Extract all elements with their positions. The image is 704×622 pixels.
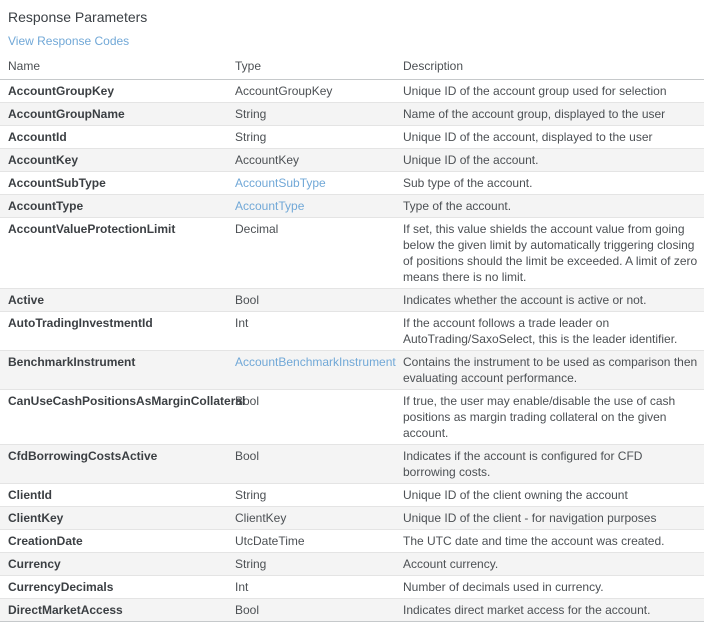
param-description: Contains the instrument to be used as co… — [403, 351, 704, 389]
param-type: AccountGroupKey — [235, 80, 403, 102]
param-type: String — [235, 484, 403, 506]
param-name: CanUseCashPositionsAsMarginCollateral — [0, 390, 235, 412]
table-row: ClientKey ClientKey Unique ID of the cli… — [0, 506, 704, 529]
param-description: Type of the account. — [403, 195, 704, 217]
param-description: Unique ID of the account group used for … — [403, 80, 704, 102]
param-name: ClientId — [0, 484, 235, 506]
param-name: DirectMarketAccess — [0, 599, 235, 621]
view-response-codes-link[interactable]: View Response Codes — [8, 34, 129, 49]
param-type: UtcDateTime — [235, 530, 403, 552]
page-title: Response Parameters — [0, 8, 704, 26]
param-name: AccountKey — [0, 149, 235, 171]
param-type: Int — [235, 576, 403, 598]
param-name: CreationDate — [0, 530, 235, 552]
param-name: AccountValueProtectionLimit — [0, 218, 235, 240]
param-description: Indicates whether the account is active … — [403, 289, 704, 311]
param-description: Unique ID of the account, displayed to t… — [403, 126, 704, 148]
param-name: Currency — [0, 553, 235, 575]
param-description: Number of decimals used in currency. — [403, 576, 704, 598]
table-row: AccountKey AccountKey Unique ID of the a… — [0, 148, 704, 171]
column-header-type: Type — [235, 58, 403, 74]
column-header-name: Name — [0, 58, 235, 74]
table-row: AccountSubType AccountSubType Sub type o… — [0, 171, 704, 194]
column-header-description: Description — [403, 58, 704, 74]
param-type: Bool — [235, 445, 403, 467]
param-type: Bool — [235, 390, 403, 412]
param-description: Name of the account group, displayed to … — [403, 103, 704, 125]
table-row: AccountValueProtectionLimit Decimal If s… — [0, 217, 704, 288]
param-description: If set, this value shields the account v… — [403, 218, 704, 288]
param-description: If true, the user may enable/disable the… — [403, 390, 704, 444]
param-type: AccountKey — [235, 149, 403, 171]
table-row: Active Bool Indicates whether the accoun… — [0, 288, 704, 311]
param-type: ClientKey — [235, 507, 403, 529]
table-row: AutoTradingInvestmentId Int If the accou… — [0, 311, 704, 350]
param-description: Indicates direct market access for the a… — [403, 599, 704, 621]
table-row: DirectMarketAccess Bool Indicates direct… — [0, 598, 704, 621]
param-type: Decimal — [235, 218, 403, 240]
table-row: Currency String Account currency. — [0, 552, 704, 575]
param-type: String — [235, 126, 403, 148]
param-name: AccountSubType — [0, 172, 235, 194]
table-row: CanUseCashPositionsAsMarginCollateral Bo… — [0, 389, 704, 444]
param-description: Account currency. — [403, 553, 704, 575]
param-type: Bool — [235, 599, 403, 621]
param-name: AccountGroupKey — [0, 80, 235, 102]
param-name: AccountId — [0, 126, 235, 148]
table-row: AccountId String Unique ID of the accoun… — [0, 125, 704, 148]
param-type: Bool — [235, 289, 403, 311]
param-description: Sub type of the account. — [403, 172, 704, 194]
param-type-link[interactable]: AccountType — [235, 195, 403, 217]
param-name: CfdBorrowingCostsActive — [0, 445, 235, 467]
param-description: Unique ID of the account. — [403, 149, 704, 171]
param-name: ClientKey — [0, 507, 235, 529]
table-row: CreationDate UtcDateTime The UTC date an… — [0, 529, 704, 552]
param-description: Unique ID of the client - for navigation… — [403, 507, 704, 529]
param-type-link[interactable]: AccountSubType — [235, 172, 403, 194]
param-name: AccountType — [0, 195, 235, 217]
param-type: String — [235, 103, 403, 125]
response-parameters-section: Response Parameters View Response Codes … — [0, 0, 704, 622]
table-body: AccountGroupKey AccountGroupKey Unique I… — [0, 80, 704, 621]
param-type: Int — [235, 312, 403, 334]
table-row: AccountGroupKey AccountGroupKey Unique I… — [0, 80, 704, 102]
param-name: Active — [0, 289, 235, 311]
table-row: ClientId String Unique ID of the client … — [0, 483, 704, 506]
response-parameters-table: Name Type Description AccountGroupKey Ac… — [0, 54, 704, 622]
table-row: CurrencyDecimals Int Number of decimals … — [0, 575, 704, 598]
param-description: Unique ID of the client owning the accou… — [403, 484, 704, 506]
param-name: CurrencyDecimals — [0, 576, 235, 598]
table-header-row: Name Type Description — [0, 54, 704, 80]
param-description: Indicates if the account is configured f… — [403, 445, 704, 483]
table-row: AccountType AccountType Type of the acco… — [0, 194, 704, 217]
param-name: AutoTradingInvestmentId — [0, 312, 235, 334]
param-type: String — [235, 553, 403, 575]
param-description: If the account follows a trade leader on… — [403, 312, 704, 350]
param-name: AccountGroupName — [0, 103, 235, 125]
param-type-link[interactable]: AccountBenchmarkInstrument — [235, 351, 403, 373]
table-row: AccountGroupName String Name of the acco… — [0, 102, 704, 125]
table-row: BenchmarkInstrument AccountBenchmarkInst… — [0, 350, 704, 389]
param-description: The UTC date and time the account was cr… — [403, 530, 704, 552]
table-row: CfdBorrowingCostsActive Bool Indicates i… — [0, 444, 704, 483]
param-name: BenchmarkInstrument — [0, 351, 235, 373]
